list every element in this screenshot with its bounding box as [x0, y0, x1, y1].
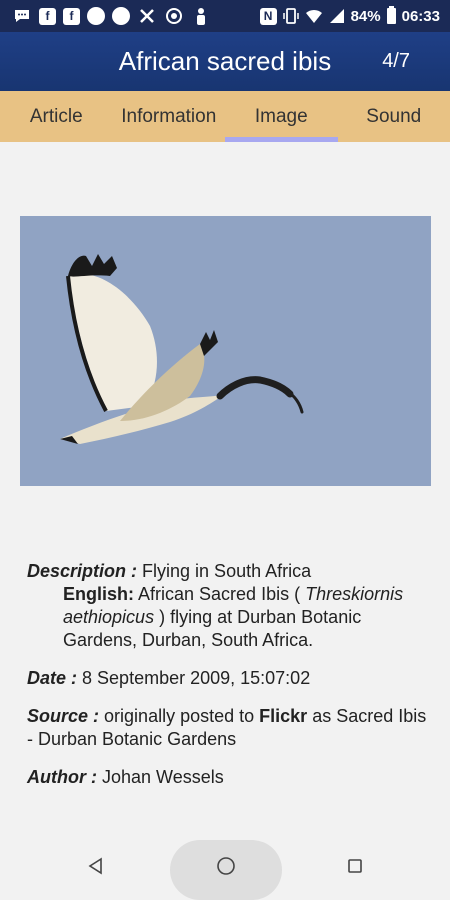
- bird-beak: [286, 390, 304, 414]
- author-value: Johan Wessels: [102, 767, 224, 787]
- app-bar: African sacred ibis 4/7: [0, 32, 450, 91]
- battery-percent: 84%: [350, 7, 381, 25]
- bird-neck: [216, 376, 294, 400]
- target-icon: [164, 6, 184, 26]
- clock: 06:33: [401, 7, 440, 25]
- facebook-icon: f: [63, 7, 80, 25]
- image-metadata: Description : Flying in South Africa Eng…: [27, 560, 427, 804]
- app-icon: [112, 7, 130, 25]
- signal-icon: [329, 9, 344, 23]
- wing-tips: [68, 254, 117, 277]
- source-link[interactable]: Flickr: [259, 706, 307, 726]
- back-button[interactable]: [76, 832, 116, 900]
- chat-icon: [12, 6, 32, 26]
- recents-icon: [348, 859, 362, 873]
- wifi-icon: [305, 9, 322, 23]
- description-value: Flying in South Africa: [142, 561, 312, 581]
- battery-icon: [386, 6, 396, 24]
- source-label: Source :: [27, 706, 100, 726]
- recents-button[interactable]: [335, 832, 375, 900]
- facebook-icon: f: [39, 7, 56, 25]
- item-counter: 4/7: [382, 50, 410, 72]
- description-label: Description :: [27, 561, 138, 581]
- author-row: Author : Johan Wessels: [27, 766, 427, 789]
- system-status: N 84% 06:33: [259, 0, 440, 32]
- date-value: 8 September 2009, 15:07:02: [82, 668, 311, 688]
- status-bar: f f N 84% 06:33: [0, 0, 450, 32]
- tools-icon: [137, 6, 157, 26]
- navigation-bar: [0, 832, 450, 900]
- date-label: Date :: [27, 668, 78, 688]
- author-label: Author :: [27, 767, 97, 787]
- back-icon: [88, 857, 102, 875]
- person-icon: [191, 6, 211, 26]
- description-row: Description : Flying in South Africa Eng…: [27, 560, 427, 652]
- home-icon: [217, 857, 235, 875]
- english-label: English:: [63, 584, 134, 604]
- tab-information[interactable]: Information: [113, 91, 226, 142]
- tab-article[interactable]: Article: [0, 91, 113, 142]
- tab-bar: Article Information Image Sound: [0, 91, 450, 142]
- home-icon-wrap: [206, 832, 246, 900]
- vibrate-icon: [282, 8, 299, 24]
- bird-photo[interactable]: [20, 216, 431, 486]
- ibis-illustration: [60, 254, 304, 444]
- nfc-icon: N: [259, 7, 277, 25]
- date-row: Date : 8 September 2009, 15:07:02: [27, 667, 427, 690]
- english-description: English: African Sacred Ibis ( Threskior…: [63, 584, 404, 650]
- app-icon: [87, 7, 105, 25]
- tab-sound[interactable]: Sound: [338, 91, 450, 142]
- tab-image[interactable]: Image: [225, 91, 338, 142]
- source-row: Source : originally posted to Flickr as …: [27, 706, 427, 749]
- notification-icons: f f: [0, 6, 211, 26]
